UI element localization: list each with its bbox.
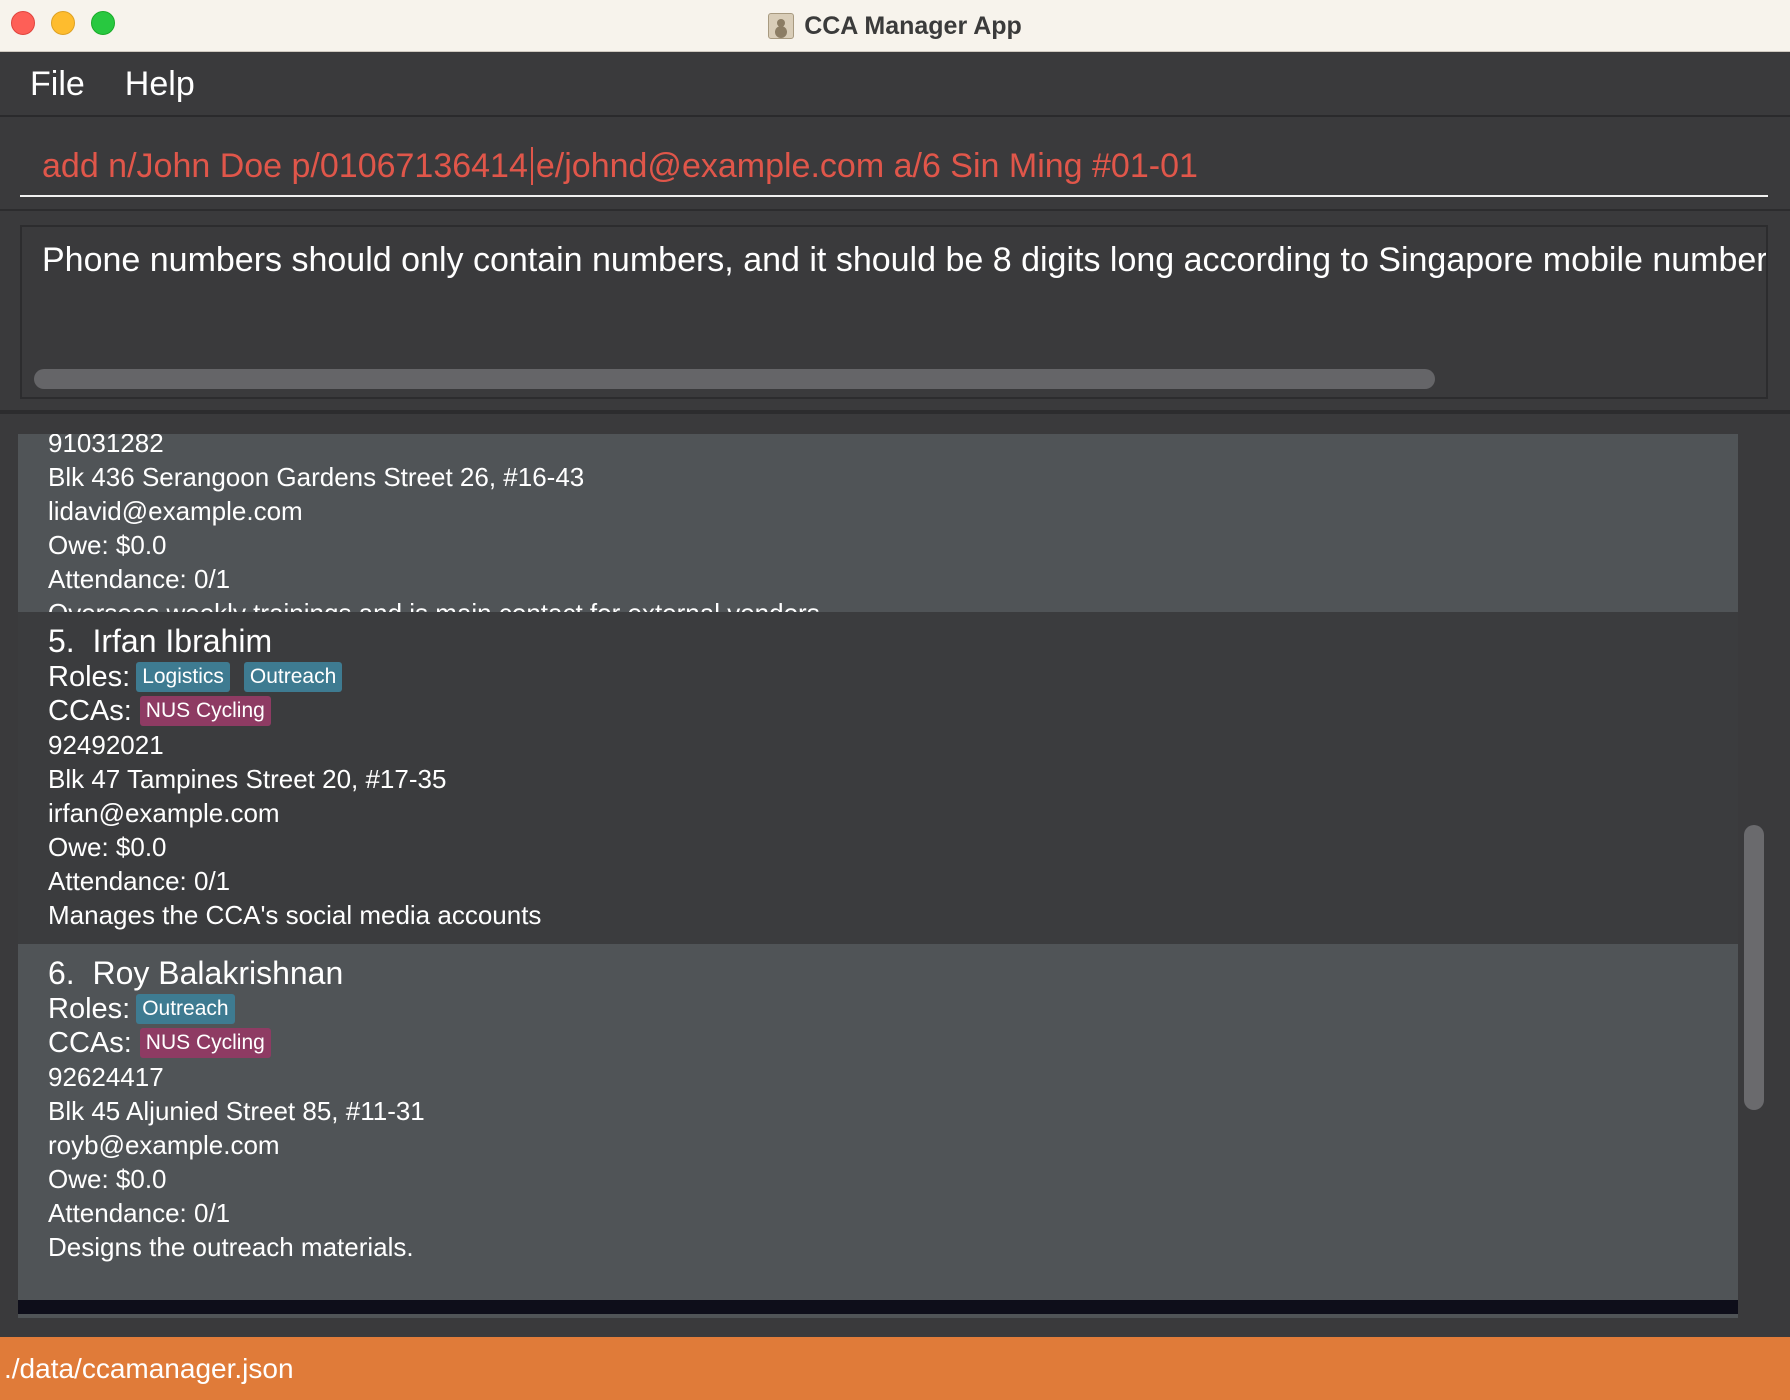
person-attendance: Attendance: 0/1 [48,1198,231,1228]
app-icon [768,13,795,39]
ccas-label: CCAs: [48,1027,132,1059]
role-tag: Outreach [243,662,343,692]
text-caret [530,147,533,185]
roles-label: Roles: [48,661,131,693]
command-box-area: add n/John Doe p/01067136414 e/johnd@exam… [0,119,1790,211]
person-owe: Owe: $0.0 [48,1164,167,1194]
list-bottom-edge [18,1300,1738,1314]
person-name-line: 6. Roy Balakrishnan [48,954,1738,992]
horizontal-scrollbar[interactable] [34,369,1435,389]
person-name: Irfan Ibrahim [92,623,273,659]
person-email: irfan@example.com [48,798,280,828]
person-card-partial[interactable]: 91031282 Blk 436 Serangoon Gardens Stree… [18,434,1738,628]
cca-tag: NUS Cycling [139,696,271,726]
person-phone: 92624417 [48,1062,164,1092]
person-notes: Designs the outreach materials. [48,1232,414,1262]
person-phone: 91031282 [48,434,164,458]
person-address: Blk 436 Serangoon Gardens Street 26, #16… [48,462,585,492]
person-email: lidavid@example.com [48,496,303,526]
person-list[interactable]: 91031282 Blk 436 Serangoon Gardens Stree… [18,434,1738,1329]
roles-row: Roles: Outreach [48,992,1738,1026]
ccas-row: CCAs: NUS Cycling [48,1026,1738,1060]
command-text-before-caret: add n/John Doe p/01067136414 [42,146,528,185]
status-file-path: ./data/ccamanager.json [4,1352,294,1384]
person-notes: Manages the CCA's social media accounts [48,900,542,930]
person-list-panel: 91031282 Blk 436 Serangoon Gardens Stree… [0,414,1790,1337]
person-address: Blk 47 Tampines Street 20, #17-35 [48,764,447,794]
menu-help[interactable]: Help [125,65,195,104]
person-address: Blk 45 Aljunied Street 85, #11-31 [48,1096,425,1126]
menu-bar: File Help [0,53,1790,117]
window-title: CCA Manager App [804,11,1022,40]
person-index: 5. [48,623,75,659]
roles-row: Roles: Logistics Outreach [48,660,1738,694]
person-owe: Owe: $0.0 [48,530,167,560]
person-owe: Owe: $0.0 [48,832,167,862]
person-email: royb@example.com [48,1130,280,1160]
menu-file[interactable]: File [30,65,85,104]
person-attendance: Attendance: 0/1 [48,866,231,896]
person-attendance: Attendance: 0/1 [48,564,231,594]
vertical-scrollbar[interactable] [1744,825,1764,1110]
result-message: Phone numbers should only contain number… [42,241,1768,279]
ccas-row: CCAs: NUS Cycling [48,694,1738,728]
role-tag: Outreach [136,994,235,1024]
roles-label: Roles: [48,993,131,1025]
person-index: 6. [48,955,75,991]
result-display[interactable]: Phone numbers should only contain number… [20,225,1768,399]
person-name-line: 5. Irfan Ibrahim [48,622,1738,660]
person-name: Roy Balakrishnan [92,955,344,991]
command-text-after-caret: e/johnd@example.com a/6 Sin Ming #01-01 [535,146,1198,185]
command-input[interactable]: add n/John Doe p/01067136414 e/johnd@exam… [20,137,1768,197]
person-card[interactable]: 5. Irfan Ibrahim Roles: Logistics Outrea… [18,612,1738,944]
status-bar: ./data/ccamanager.json [0,1337,1790,1400]
person-card[interactable]: 6. Roy Balakrishnan Roles: Outreach CCAs… [18,944,1738,1318]
role-tag: Logistics [136,662,230,692]
ccas-label: CCAs: [48,695,132,727]
title-bar: CCA Manager App [0,0,1790,52]
cca-tag: NUS Cycling [139,1028,271,1058]
person-phone: 92492021 [48,730,164,760]
